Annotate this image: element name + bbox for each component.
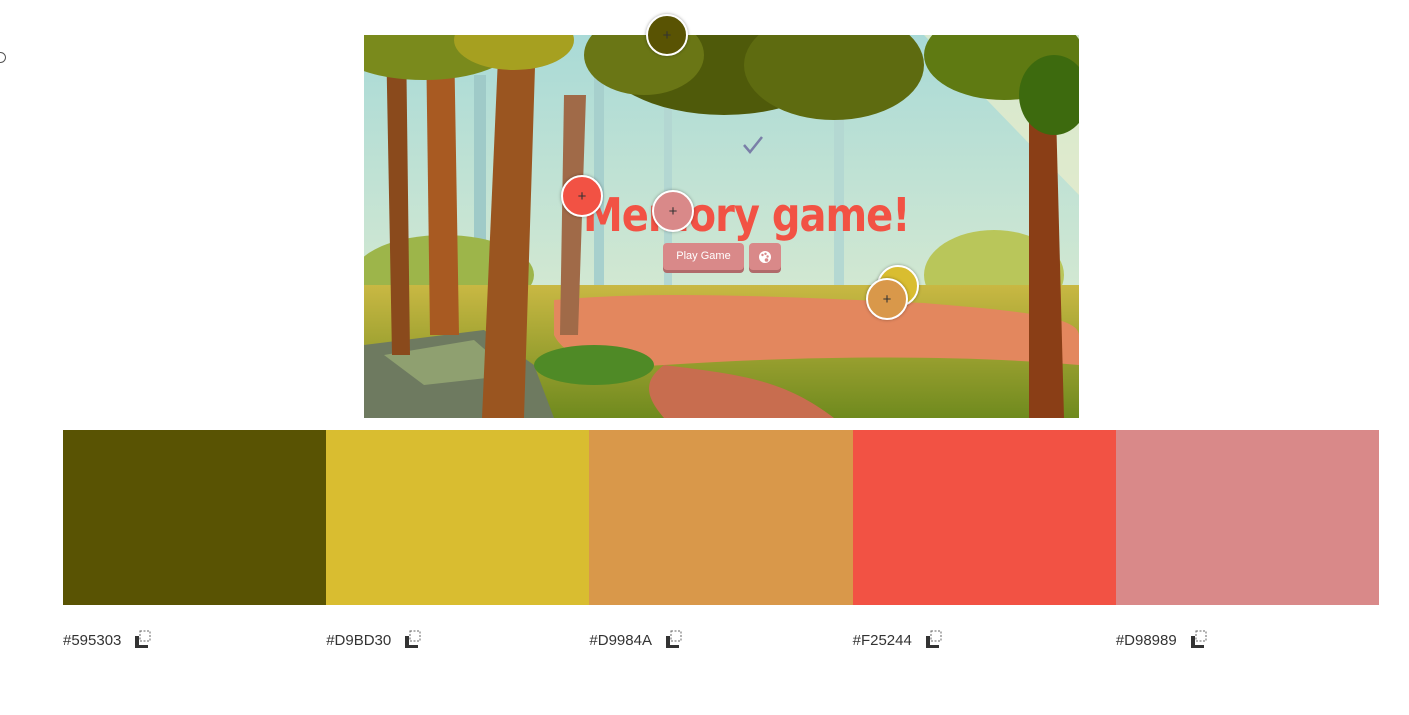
swatch-4[interactable] bbox=[852, 430, 1116, 605]
crosshair-icon: + bbox=[662, 26, 672, 44]
copy-icon[interactable] bbox=[403, 630, 423, 650]
crosshair-icon: + bbox=[577, 187, 587, 205]
check-icon bbox=[742, 135, 764, 155]
play-game-button[interactable]: Play Game bbox=[663, 243, 744, 270]
crosshair-icon: + bbox=[882, 290, 892, 308]
hex-value: #D9984A bbox=[589, 631, 652, 649]
palette-icon bbox=[759, 250, 771, 263]
copy-icon[interactable] bbox=[664, 630, 684, 650]
radio-indicator[interactable] bbox=[0, 52, 6, 63]
palette-label-4: #F25244 bbox=[853, 630, 1116, 650]
hex-value: #D9BD30 bbox=[326, 631, 392, 649]
palette-label-3: #D9984A bbox=[589, 630, 852, 650]
swatch-3[interactable] bbox=[589, 430, 853, 605]
swatch-5[interactable] bbox=[1115, 430, 1380, 605]
palette-label-2: #D9BD30 bbox=[326, 630, 589, 650]
color-picker-handle-5[interactable]: + bbox=[866, 278, 908, 320]
palette-button[interactable] bbox=[749, 243, 781, 270]
palette-labels: #595303 #D9BD30 #D9984A #F25244 #D98989 bbox=[63, 630, 1379, 650]
color-picker-handle-1[interactable]: + bbox=[646, 14, 688, 56]
copy-icon[interactable] bbox=[133, 630, 153, 650]
image-preview: Memory game! Play Game bbox=[364, 35, 1079, 418]
palette-swatches bbox=[63, 430, 1380, 605]
crosshair-icon: + bbox=[668, 202, 678, 220]
game-title: Memory game! bbox=[583, 189, 910, 243]
color-picker-handle-2[interactable]: + bbox=[561, 175, 603, 217]
palette-label-5: #D98989 bbox=[1116, 630, 1379, 650]
hex-value: #F25244 bbox=[852, 631, 912, 649]
swatch-1[interactable] bbox=[63, 430, 327, 605]
palette-label-1: #595303 bbox=[63, 630, 326, 650]
swatch-2[interactable] bbox=[326, 430, 590, 605]
color-picker-handle-3[interactable]: + bbox=[652, 190, 694, 232]
copy-icon[interactable] bbox=[1189, 630, 1209, 650]
hex-value: #D98989 bbox=[1115, 631, 1177, 649]
hex-value: #595303 bbox=[63, 631, 122, 649]
copy-icon[interactable] bbox=[924, 630, 944, 650]
